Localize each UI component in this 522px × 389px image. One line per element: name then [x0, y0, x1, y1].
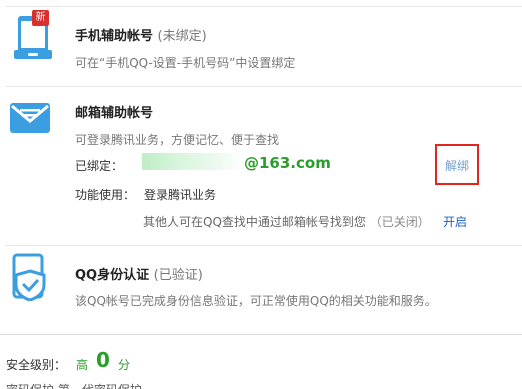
- function-value: 登录腾讯业务: [144, 188, 217, 202]
- function-label: 功能使用：: [75, 188, 136, 202]
- security-score: 0: [96, 348, 110, 372]
- phone-assist-section: 新 手机辅助帐号 (未绑定) 可在“手机QQ-设置-手机号码”中设置绑定: [0, 0, 522, 86]
- search-note: 其他人可在QQ查找中通过邮箱帐号找到您 （已关闭）: [143, 213, 430, 230]
- enable-search-link[interactable]: 开启: [443, 213, 467, 230]
- verified-shield-icon: [10, 253, 50, 304]
- phone-assist-title-text: 手机辅助帐号: [75, 29, 154, 44]
- email-domain: @163.com: [244, 154, 331, 172]
- identity-status: (已验证): [153, 268, 203, 283]
- email-assist-description: 可登录腾讯业务，方便记忆、便于查找: [75, 133, 280, 147]
- search-note-text: 其他人可在QQ查找中通过邮箱帐号找到您: [143, 215, 366, 229]
- email-icon: [8, 97, 52, 140]
- new-badge: 新: [32, 10, 49, 26]
- identity-title: QQ身份认证 (已验证): [75, 264, 203, 283]
- security-divider: [0, 334, 522, 335]
- phone-assist-status: (未绑定): [157, 29, 207, 44]
- unbind-link[interactable]: 解绑: [445, 157, 469, 174]
- bound-label: 已绑定：: [75, 159, 124, 173]
- password-protection-row: 密码保护 第一代密码保护: [6, 381, 142, 389]
- section-divider: [6, 245, 522, 246]
- email-assist-title: 邮箱辅助帐号: [75, 106, 154, 121]
- phone-assist-description: 可在“手机QQ-设置-手机号码”中设置绑定: [75, 56, 296, 70]
- account-security-panel: 新 手机辅助帐号 (未绑定) 可在“手机QQ-设置-手机号码”中设置绑定 邮箱辅…: [0, 0, 522, 389]
- security-level-label: 安全级别：: [6, 358, 67, 372]
- identity-title-text: QQ身份认证: [75, 268, 150, 283]
- search-status: （已关闭）: [369, 215, 430, 229]
- masked-email-username: [142, 153, 244, 170]
- phone-assist-title: 手机辅助帐号 (未绑定): [75, 25, 207, 44]
- security-level-value: 高: [76, 358, 89, 372]
- security-score-unit: 分: [118, 358, 131, 372]
- identity-description: 该QQ帐号已完成身份信息验证，可正常使用QQ的相关功能和服务。: [75, 294, 437, 308]
